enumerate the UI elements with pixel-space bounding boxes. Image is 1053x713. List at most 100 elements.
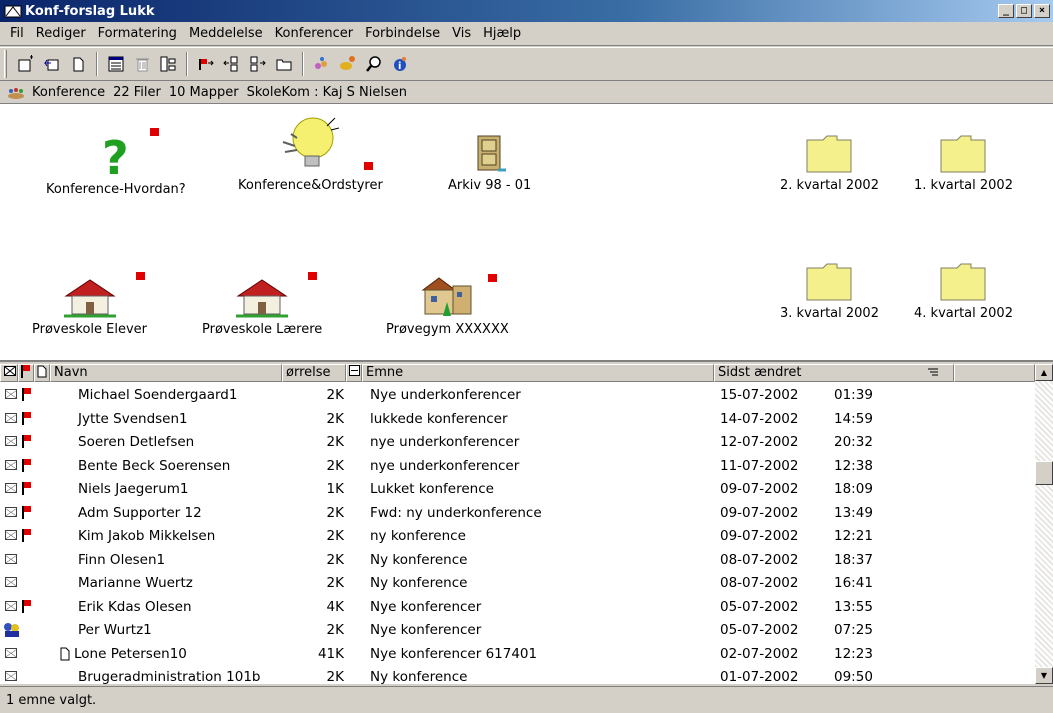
menu-rediger[interactable]: Rediger: [30, 26, 92, 41]
column-attachment[interactable]: [34, 364, 50, 382]
members-button[interactable]: [310, 52, 334, 76]
properties-icon: [160, 56, 176, 72]
column-size[interactable]: ørrelse: [282, 364, 346, 382]
row-size: 2K: [326, 410, 344, 427]
reply-button[interactable]: [40, 52, 64, 76]
row-size: 41K: [317, 645, 344, 662]
icon-folder-1-kvartal[interactable]: 1. kvartal 2002: [914, 135, 1013, 193]
list-item[interactable]: Erik Kdas Olesen 4K Nye konferencer 05-07-2…: [0, 596, 1035, 620]
chat-button[interactable]: [336, 52, 360, 76]
vertical-scrollbar[interactable]: ▲ ▼: [1035, 364, 1053, 684]
envelope-icon: [5, 436, 17, 446]
next-flag-icon: [199, 59, 214, 70]
icon-folder-3-kvartal[interactable]: 3. kvartal 2002: [780, 262, 879, 321]
status-text: 1 emne valgt.: [6, 692, 97, 708]
document-button[interactable]: [66, 52, 90, 76]
row-size: 2K: [326, 434, 344, 450]
search-button[interactable]: [362, 52, 386, 76]
row-time: 07:25: [834, 622, 873, 638]
attachment-icon: [60, 647, 70, 660]
list-item[interactable]: Finn Olesen1 2K Ny konference 08-07-2002 18:…: [0, 549, 1035, 573]
menu-konferencer[interactable]: Konferencer: [269, 26, 359, 41]
row-date: 12-07-2002: [720, 434, 799, 450]
view-button[interactable]: [104, 52, 128, 76]
envelope-icon: [5, 459, 17, 470]
column-name[interactable]: Navn: [50, 364, 282, 382]
menu-fil[interactable]: Fil: [4, 26, 30, 41]
row-time: 12:23: [834, 645, 873, 662]
icon-konference-ordstyrer[interactable]: Konference&Ordstyrer: [238, 112, 383, 193]
menu-hjaelp[interactable]: Hjælp: [477, 26, 527, 41]
scroll-thumb[interactable]: [1035, 461, 1053, 485]
previous-button[interactable]: [220, 52, 244, 76]
row-subject: Nye konferencer 617401: [370, 645, 538, 662]
scroll-down-button[interactable]: ▼: [1035, 667, 1053, 684]
row-subject: Fwd: ny underkonference: [370, 504, 542, 521]
delete-button[interactable]: [130, 52, 154, 76]
list-item[interactable]: Kim Jakob Mikkelsen 2K ny konference 09-07-…: [0, 525, 1035, 549]
list-item[interactable]: Per Wurtz1 2K Nye konferencer 05-07-2002 07:…: [0, 619, 1035, 643]
column-flag[interactable]: [18, 364, 34, 382]
next-flag-button[interactable]: [194, 52, 218, 76]
scroll-up-button[interactable]: ▲: [1035, 364, 1053, 381]
icon-label: Prøveskole Lærere: [202, 322, 323, 337]
status-bar: 1 emne valgt.: [0, 686, 1053, 713]
icon-label: Prøvegym XXXXXX: [386, 322, 509, 337]
column-subject[interactable]: Emne: [362, 364, 714, 382]
close-button[interactable]: ×: [1034, 4, 1050, 18]
trash-icon: [136, 58, 149, 72]
row-size: 4K: [326, 598, 344, 615]
icon-label: Konference&Ordstyrer: [238, 178, 383, 193]
menu-forbindelse[interactable]: Forbindelse: [359, 26, 446, 41]
row-time: 13:55: [834, 598, 873, 615]
icon-folder-2-kvartal[interactable]: 2. kvartal 2002: [780, 135, 879, 193]
list-item[interactable]: Brugeradministration 101b 2K Ny konference…: [0, 666, 1035, 684]
title-bar: Konf-forslag Lukk _ □ ×: [0, 0, 1053, 22]
row-subject: Ny konference: [370, 669, 468, 684]
list-item[interactable]: Jytte Svendsen1 2K lukkede konferencer 14-0…: [0, 408, 1035, 432]
minimize-button[interactable]: _: [998, 4, 1014, 18]
toolbar-grip[interactable]: [4, 50, 7, 78]
icon-proevegym[interactable]: Prøvegym XXXXXX: [386, 272, 509, 337]
row-name: Adm Supporter 12: [78, 504, 202, 521]
envelope-icon: [5, 671, 17, 681]
row-time: 16:41: [834, 575, 873, 591]
maximize-button[interactable]: □: [1016, 4, 1032, 18]
icon-folder-4-kvartal[interactable]: 4. kvartal 2002: [914, 262, 1013, 321]
icon-proeveskole-laerere[interactable]: Prøveskole Lærere: [202, 272, 323, 337]
envelope-icon: [5, 647, 17, 658]
list-item[interactable]: Marianne Wuertz 2K Ny konference 08-07-2002…: [0, 572, 1035, 596]
flag-icon: [22, 529, 31, 543]
row-time: 12:21: [834, 528, 873, 544]
toolbar-separator: [302, 52, 304, 76]
row-size: 2K: [326, 575, 344, 591]
menu-formatering[interactable]: Formatering: [92, 26, 183, 41]
list-item[interactable]: Michael Soendergaard1 2K Nye underkonferen…: [0, 384, 1035, 408]
row-name: Erik Kdas Olesen: [78, 598, 192, 615]
building-icon: [421, 277, 472, 316]
menu-vis[interactable]: Vis: [446, 26, 477, 41]
envelope-icon: [5, 483, 17, 493]
icon-proeveskole-elever[interactable]: Prøveskole Elever: [32, 272, 147, 337]
list-item[interactable]: Niels Jaegerum1 1K Lukket konference 09-07-…: [0, 478, 1035, 502]
column-modified[interactable]: Sidst ændret: [714, 364, 954, 382]
column-collapse[interactable]: [346, 364, 362, 382]
list-item[interactable]: Adm Supporter 12 2K Fwd: ny underkonferenc…: [0, 502, 1035, 526]
row-name: Michael Soendergaard1: [78, 387, 238, 403]
new-message-button[interactable]: [14, 52, 38, 76]
message-list: Navn ørrelse Emne Sidst ændret Michael S…: [0, 364, 1053, 684]
list-item[interactable]: Bente Beck Soerensen 2K nye underkonferenc…: [0, 455, 1035, 479]
window-title: Konf-forslag Lukk: [25, 3, 155, 19]
next-button[interactable]: [246, 52, 270, 76]
info-button[interactable]: i: [388, 52, 412, 76]
file-count: 22 Filer: [113, 85, 161, 100]
icon-konference-hvordan[interactable]: ? Konference-Hvordan?: [46, 128, 186, 197]
list-item[interactable]: Soeren Detlefsen 2K nye underkonferencer 12…: [0, 431, 1035, 455]
column-read-status[interactable]: [0, 364, 18, 382]
menu-meddelelse[interactable]: Meddelelse: [183, 26, 269, 41]
list-item[interactable]: Lone Petersen10 41K Nye konferencer 617401…: [0, 643, 1035, 667]
flag-icon: [150, 128, 159, 136]
properties-button[interactable]: [156, 52, 180, 76]
icon-arkiv[interactable]: Arkiv 98 - 01: [448, 135, 531, 193]
folder-up-button[interactable]: [272, 52, 296, 76]
